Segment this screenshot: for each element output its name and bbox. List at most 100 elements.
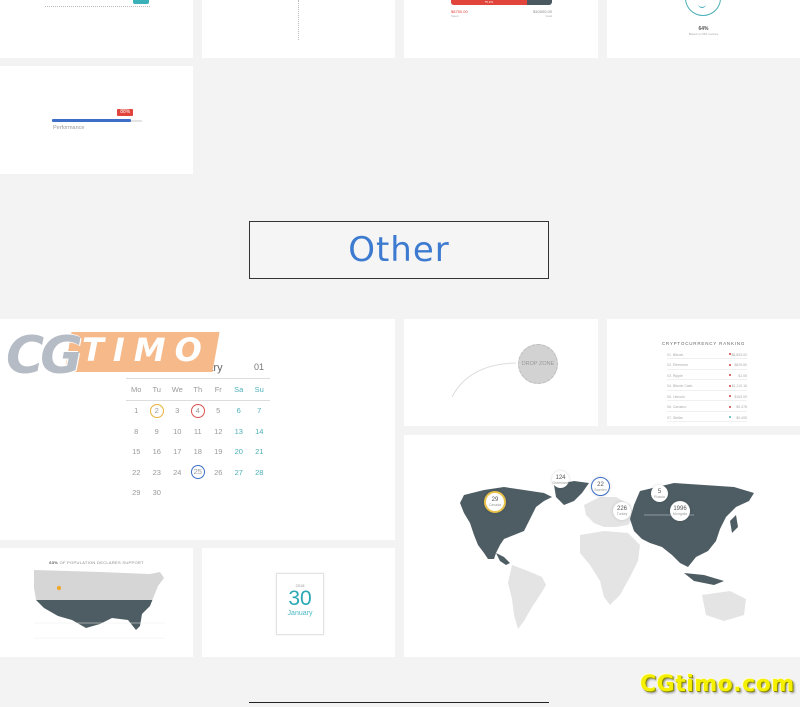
- calendar-month-number: 01: [253, 362, 264, 372]
- smiley-face-icon: [685, 0, 721, 16]
- crypto-name: 01. Bitcoin: [667, 352, 684, 357]
- calendar-day-number: 16: [152, 447, 161, 457]
- map-japan: [730, 515, 738, 533]
- calendar-day[interactable]: 23: [147, 468, 168, 477]
- world-map: [460, 481, 754, 629]
- calendar-week-row: 29 30: [126, 483, 270, 504]
- calendar-day-number: 21: [255, 447, 264, 457]
- calendar-day[interactable]: 6: [229, 406, 250, 415]
- crypto-name: 07. Stellar: [667, 415, 683, 420]
- trend-indicator-icon: [729, 395, 731, 397]
- calendar-day[interactable]: 5: [208, 406, 229, 415]
- calendar-day[interactable]: 29: [126, 488, 147, 497]
- calendar-day[interactable]: 20: [229, 447, 250, 456]
- calendar-week-row: 22 23 24 25 26 27 28: [126, 462, 270, 483]
- date-month: January: [287, 610, 313, 617]
- bubble-label: Mongolia: [672, 512, 688, 516]
- calendar-day[interactable]: 28: [249, 468, 270, 477]
- drop-zone-target[interactable]: DROP ZONE: [518, 344, 558, 384]
- budget-progress-card: 75.2% $8750.00 Spent $10000.00 Goal: [404, 0, 598, 58]
- calendar-day[interactable]: 11: [188, 427, 209, 436]
- crypto-ranking-row: 03. Ripple $1.05: [667, 372, 747, 380]
- calendar-day[interactable]: 14: [249, 427, 270, 436]
- crypto-name: 05. Litecoin: [667, 394, 685, 399]
- spent-label: Spent: [451, 14, 459, 18]
- drag-path-curve: [451, 362, 517, 398]
- value-tag: [133, 0, 149, 4]
- crypto-value: $1,110.16: [731, 384, 747, 388]
- date-card: 2018 30 January: [202, 548, 395, 657]
- calendar-day[interactable]: 24: [167, 468, 188, 477]
- weekday-label: Tu: [152, 384, 161, 394]
- dotted-baseline: [45, 6, 150, 7]
- calendar-day[interactable]: 30: [147, 488, 168, 497]
- calendar-day[interactable]: 9: [147, 427, 168, 436]
- calendar-day-number: 15: [132, 447, 141, 457]
- calendar-day[interactable]: 26: [208, 468, 229, 477]
- world-map-card: 29 Canada 124 Greenland 22 Sweden 226 Tu…: [404, 435, 800, 657]
- crypto-ranking-row: 02. Ethereum $629.60: [667, 362, 747, 370]
- trend-indicator-icon: [729, 384, 731, 387]
- calendar-day-number: 7: [257, 406, 262, 416]
- map-bubble-russia[interactable]: 5 Russia: [651, 485, 668, 502]
- calendar-day[interactable]: 16: [147, 447, 168, 456]
- map-bubble-canada[interactable]: 29 Canada: [484, 491, 506, 513]
- us-map-marker: [56, 585, 62, 591]
- crypto-ranking-row: 06. Cardano $0.478: [667, 404, 747, 412]
- calendar-day-number: 14: [255, 426, 264, 436]
- bubble-label: Greenland: [552, 480, 569, 485]
- calendar-day-number: 9: [154, 426, 159, 436]
- calendar-week-row: 123456 7: [126, 401, 270, 422]
- crypto-name: 03. Ripple: [667, 373, 683, 378]
- map-bubble-mongolia[interactable]: 1996 Mongolia: [670, 501, 690, 521]
- crypto-value: $629.60: [734, 363, 747, 367]
- map-south-america: [508, 565, 546, 629]
- map-bubble-sweden[interactable]: 22 Sweden: [591, 477, 610, 496]
- calendar-day[interactable]: 3: [167, 406, 188, 415]
- calendar-day[interactable]: 13: [229, 427, 250, 436]
- calendar-day-number: 2: [149, 403, 164, 418]
- calendar-day-number: 27: [234, 467, 243, 477]
- calendar-day[interactable]: 1: [126, 406, 147, 415]
- calendar-day-number: 20: [234, 447, 243, 457]
- calendar-day-number: 10: [173, 426, 182, 436]
- crypto-ranking-title: CRYPTOCURRENCY RANKING: [661, 341, 746, 346]
- map-bubble-turkey[interactable]: 226 Turkey: [613, 502, 631, 520]
- calendar-day[interactable]: 22: [126, 468, 147, 477]
- calendar-day[interactable]: 2: [147, 403, 168, 418]
- chart-card-vertical: [202, 0, 395, 58]
- calendar-day[interactable]: 15: [126, 447, 147, 456]
- calendar-day[interactable]: 7: [249, 406, 270, 415]
- calendar-day[interactable]: 4: [188, 403, 209, 418]
- trend-indicator-icon: [729, 363, 731, 366]
- trend-indicator-icon: [729, 416, 731, 418]
- map-bubble-greenland[interactable]: 124 Greenland: [552, 471, 569, 488]
- date-tile: 2018 30 January: [276, 573, 324, 635]
- calendar-day-number: 13: [234, 426, 243, 436]
- calendar-day-number: 25: [190, 465, 205, 480]
- calendar-day[interactable]: 18: [188, 447, 209, 456]
- weekday-label: Fr: [214, 384, 222, 394]
- weekday-label: Su: [254, 384, 264, 394]
- calendar-day-number: 4: [190, 403, 205, 418]
- map-north-america: [460, 487, 552, 559]
- calendar-day[interactable]: 8: [126, 427, 147, 436]
- crypto-ranking-row: 04. Bitcoin Cash $1,110.16: [667, 383, 747, 391]
- calendar-day[interactable]: 17: [167, 447, 188, 456]
- date-day: 30: [288, 587, 312, 610]
- calendar-day[interactable]: 25: [188, 465, 209, 480]
- dotted-vertical-line: [298, 0, 299, 40]
- weekday-label: Mo: [131, 384, 142, 394]
- calendar-day-number: 6: [236, 406, 241, 416]
- calendar-day-number: 8: [134, 426, 139, 436]
- calendar-day[interactable]: 21: [249, 447, 270, 456]
- map-australia: [702, 591, 746, 621]
- trend-indicator-icon: [729, 353, 731, 355]
- crypto-name: 06. Cardano: [667, 405, 687, 409]
- calendar-day[interactable]: 10: [167, 427, 188, 436]
- performance-fill: [52, 119, 132, 122]
- calendar-day[interactable]: 19: [208, 447, 229, 456]
- calendar-day[interactable]: 12: [208, 427, 229, 436]
- calendar-day[interactable]: 27: [229, 468, 250, 477]
- next-section-title-box: [249, 702, 549, 707]
